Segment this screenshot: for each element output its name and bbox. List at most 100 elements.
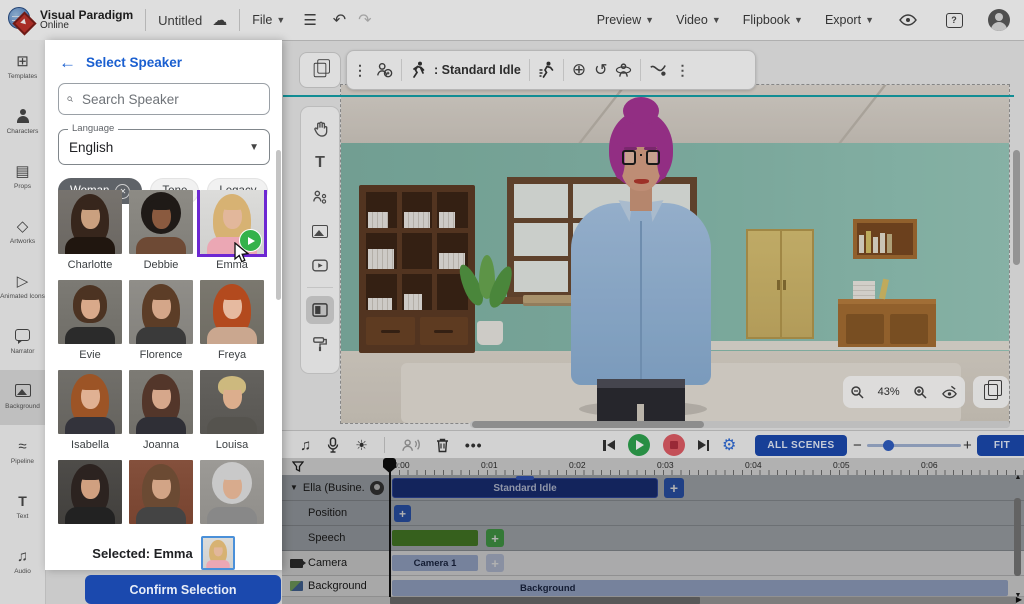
speaker-thumbnail-isabella[interactable]: [58, 370, 122, 434]
track-label[interactable]: Speech: [282, 526, 390, 551]
arrange-button[interactable]: [299, 52, 341, 88]
duplicate-scene-button[interactable]: [973, 376, 1009, 408]
search-input[interactable]: [80, 91, 261, 108]
sidebar-item-animated-icons[interactable]: ▷Animated Icons: [0, 260, 45, 315]
hamburger-menu-icon[interactable]: ☰: [303, 11, 316, 29]
sidebar-item-text[interactable]: TText: [0, 480, 45, 535]
back-arrow-icon[interactable]: ←: [59, 54, 76, 71]
menu-video[interactable]: Video▼: [676, 13, 721, 27]
selected-speaker-thumbnail[interactable]: [201, 536, 235, 570]
track-content[interactable]: +: [390, 526, 1024, 551]
rotate-reset-icon[interactable]: ↺: [594, 60, 607, 80]
sidebar-item-pipeline[interactable]: ≈Pipeline: [0, 425, 45, 480]
canvas-vertical-scrollbar[interactable]: [1013, 100, 1020, 412]
menu-preview[interactable]: Preview▼: [597, 13, 654, 27]
confirm-selection-button[interactable]: Confirm Selection: [85, 575, 281, 604]
skip-to-end-button[interactable]: [698, 440, 710, 451]
swap-character-icon[interactable]: [375, 61, 393, 79]
speaker-thumbnail-emma[interactable]: [203, 538, 233, 568]
paint-roller-icon[interactable]: [306, 330, 334, 358]
timeline-clip[interactable]: Standard Idle: [392, 478, 658, 498]
speaker-thumbnail-joanna[interactable]: [129, 370, 193, 434]
timeline-clip[interactable]: Background: [392, 580, 1008, 596]
zoom-out-icon[interactable]: [850, 385, 864, 399]
track-content[interactable]: Standard Idle +: [390, 475, 1024, 501]
sidebar-item-narrator[interactable]: Narrator: [0, 315, 45, 370]
collapse-group-icon[interactable]: ▼: [290, 483, 298, 492]
image-tool-icon[interactable]: [306, 217, 334, 245]
delete-icon[interactable]: [436, 438, 449, 453]
cloud-sync-icon[interactable]: ☁: [212, 11, 227, 29]
fit-button[interactable]: FIT: [977, 435, 1024, 456]
speaker-thumbnail-charlotte[interactable]: [58, 190, 122, 254]
tracks-horizontal-scrollbar[interactable]: [390, 597, 1016, 604]
add-clip-button[interactable]: +: [486, 554, 504, 572]
timeline-clip[interactable]: [392, 530, 478, 546]
speaker-thumbnail[interactable]: [129, 460, 193, 524]
pan-hand-icon[interactable]: [306, 115, 334, 143]
track-label[interactable]: ▼Ella (Busine...: [282, 475, 390, 501]
clip-handle[interactable]: [516, 476, 534, 480]
tracks-vertical-scrollbar[interactable]: ▲ ▼: [1014, 476, 1022, 597]
timeline-clip[interactable]: Camera 1: [392, 555, 478, 571]
zoom-in-icon[interactable]: [913, 385, 927, 399]
speaker-thumbnail-evie[interactable]: [58, 280, 122, 344]
menu-flipbook[interactable]: Flipbook▼: [743, 13, 803, 27]
add-clip-button[interactable]: +: [664, 478, 684, 498]
brightness-icon[interactable]: ☀: [355, 437, 368, 454]
speaker-thumbnail[interactable]: [58, 460, 122, 524]
redo-icon[interactable]: ↷: [358, 10, 371, 30]
speaker-thumbnail-debbie[interactable]: [129, 190, 193, 254]
pose-label[interactable]: : Standard Idle: [434, 63, 521, 77]
track-content[interactable]: Camera 1 +: [390, 551, 1024, 576]
music-icon[interactable]: ♫: [300, 437, 311, 454]
track-label[interactable]: Position: [282, 501, 390, 526]
video-tool-icon[interactable]: [306, 251, 334, 279]
speaker-thumbnail-louisa[interactable]: [200, 370, 264, 434]
menu-export[interactable]: Export▼: [825, 13, 874, 27]
sidebar-item-background[interactable]: Background: [0, 370, 45, 425]
track-label[interactable]: Camera: [282, 551, 390, 576]
panel-scrollbar[interactable]: [276, 150, 281, 300]
microphone-icon[interactable]: [327, 437, 339, 453]
skip-to-start-button[interactable]: [603, 440, 615, 451]
scroll-right-arrow[interactable]: ▶: [1016, 595, 1022, 604]
speaker-thumbnail-florence[interactable]: [129, 280, 193, 344]
sidebar-item-props[interactable]: ▤Props: [0, 150, 45, 205]
file-menu[interactable]: File▼: [252, 13, 285, 27]
sidebar-item-characters[interactable]: Characters: [0, 95, 45, 150]
more-options-icon[interactable]: ⋮: [675, 62, 689, 79]
more-actions-icon[interactable]: •••: [465, 437, 483, 453]
filter-tracks-icon[interactable]: [292, 461, 304, 472]
drag-handle-icon[interactable]: ⋮: [353, 62, 367, 79]
record-stop-button[interactable]: [663, 434, 685, 456]
user-avatar[interactable]: [988, 9, 1010, 31]
rotate-3d-icon[interactable]: ⊕: [572, 60, 586, 80]
sidebar-item-artworks[interactable]: ◇Artworks: [0, 205, 45, 260]
sidebar-item-audio[interactable]: ♫Audio: [0, 535, 45, 590]
all-scenes-button[interactable]: ALL SCENES: [755, 435, 847, 456]
undo-icon[interactable]: ↶: [333, 10, 346, 30]
timeline-zoom-slider[interactable]: [867, 444, 961, 447]
timeline-settings-gear-icon[interactable]: ⚙: [722, 435, 736, 455]
sidebar-item-templates[interactable]: ⊞Templates: [0, 40, 45, 95]
speaker-search[interactable]: [58, 83, 270, 115]
track-content[interactable]: Background: [390, 576, 1024, 597]
track-label[interactable]: Background: [282, 576, 390, 597]
play-button[interactable]: [628, 434, 650, 456]
preview-eye-icon[interactable]: [941, 385, 958, 399]
speaker-thumbnail[interactable]: [200, 460, 264, 524]
motion-path-icon[interactable]: [649, 63, 667, 77]
text-tool-icon[interactable]: T: [306, 149, 334, 177]
scene-canvas[interactable]: [340, 84, 1010, 424]
characters-tool-icon[interactable]: [306, 183, 334, 211]
add-clip-button[interactable]: +: [394, 505, 411, 522]
zoom-in-timeline-icon[interactable]: +: [963, 431, 972, 459]
add-clip-button[interactable]: +: [486, 529, 504, 547]
zoom-level[interactable]: 43%: [878, 386, 900, 398]
speaker-voice-icon[interactable]: [401, 438, 420, 452]
track-content[interactable]: +: [390, 501, 1024, 526]
scene-panel-icon[interactable]: [306, 296, 334, 324]
view-eye-icon[interactable]: [896, 8, 920, 32]
speaker-thumbnail-freya[interactable]: [200, 280, 264, 344]
